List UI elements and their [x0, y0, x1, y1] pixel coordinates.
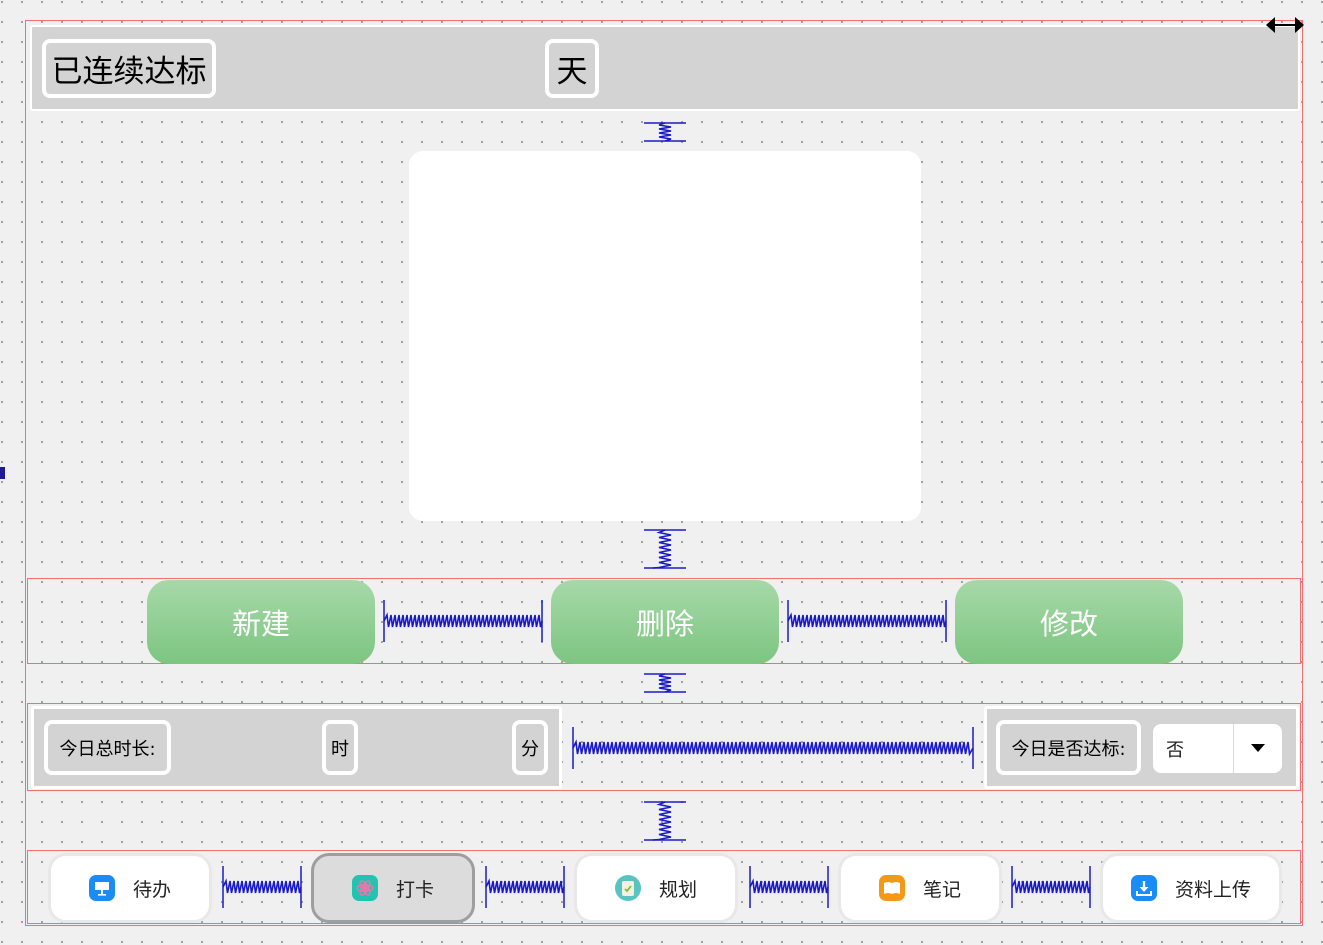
horizontal-spacer [572, 727, 974, 769]
nav-notes-button[interactable]: 笔记 [838, 853, 1002, 923]
vertical-spacer [644, 801, 686, 841]
delete-button[interactable]: 删除 [551, 580, 779, 664]
reached-select-value: 否 [1166, 739, 1184, 761]
content-panel [409, 151, 921, 521]
clipboard-icon [614, 875, 641, 901]
horizontal-spacer [222, 866, 302, 908]
nav-checkin-label: 打卡 [395, 878, 434, 901]
nav-upload-label: 资料上传 [1174, 878, 1251, 901]
streak-header [30, 25, 1300, 111]
splitter-marker[interactable] [0, 467, 5, 479]
horizontal-spacer [787, 600, 947, 642]
nav-plan-button[interactable]: 规划 [574, 853, 738, 923]
nav-checkin-button[interactable]: 打卡 [311, 853, 475, 923]
hours-unit-label: 时 [322, 720, 358, 775]
vertical-spacer [644, 529, 686, 569]
nav-plan-label: 规划 [658, 878, 697, 901]
atom-icon [351, 875, 378, 901]
reached-label: 今日是否达标: [996, 720, 1141, 775]
horizontal-spacer [1011, 866, 1091, 908]
chevron-down-icon[interactable] [1234, 744, 1282, 753]
new-button[interactable]: 新建 [147, 580, 375, 664]
nav-upload-button[interactable]: 资料上传 [1100, 853, 1282, 923]
horizontal-spacer [485, 866, 565, 908]
minutes-unit-label: 分 [512, 720, 548, 775]
days-unit-label: 天 [545, 39, 599, 98]
nav-todo-label: 待办 [132, 878, 171, 901]
nav-todo-button[interactable]: 待办 [48, 853, 212, 923]
reached-select[interactable]: 否 [1153, 724, 1282, 773]
horizontal-spacer [383, 600, 543, 642]
edit-button[interactable]: 修改 [955, 580, 1183, 664]
resize-handle-icon[interactable] [1264, 14, 1306, 36]
vertical-spacer [644, 122, 686, 142]
keynote-board-icon [88, 875, 115, 901]
horizontal-spacer [749, 866, 829, 908]
vertical-spacer [644, 673, 686, 693]
open-book-icon [878, 875, 905, 901]
total-time-label: 今日总时长: [44, 720, 171, 775]
nav-notes-label: 笔记 [922, 878, 961, 901]
download-tray-icon [1130, 875, 1157, 901]
streak-label: 已连续达标 [42, 39, 216, 98]
